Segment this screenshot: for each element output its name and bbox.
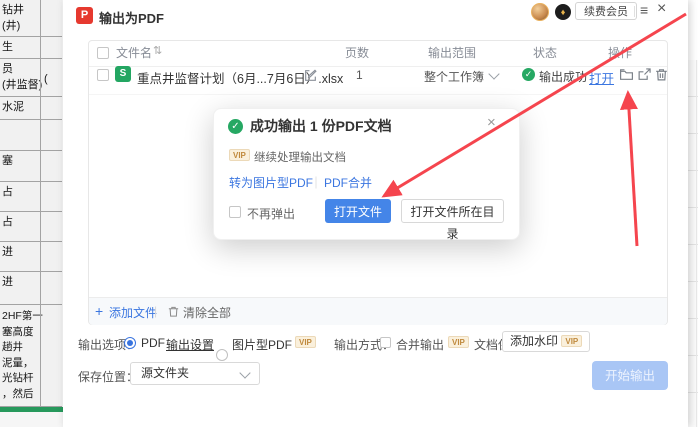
pdf-app-icon: P [76,7,93,24]
sheet-cell: 水泥 [0,97,62,120]
output-settings-link[interactable]: 输出设置 [166,336,214,353]
rename-icon[interactable] [303,68,318,83]
modal-link-divider: ｜ [310,174,322,191]
sheet-cell: 进 [0,242,62,272]
sheet-cell: 进 [0,272,62,305]
user-avatar[interactable] [531,3,549,21]
vip-badge: VIP [448,336,469,348]
modal-success-check-icon: ✓ [228,119,243,134]
background-spreadsheet-right [688,60,698,427]
header-divider [89,66,667,67]
modal-title: 成功输出 1 份PDF文档 [250,116,392,136]
chevron-down-icon [239,367,250,378]
plus-icon[interactable]: + [95,304,103,318]
spreadsheet-file-icon: S [115,66,131,82]
row-checkbox[interactable] [97,69,109,81]
open-link[interactable]: 打开 [589,68,614,87]
start-export-button[interactable]: 开始输出 [592,361,668,390]
share-icon[interactable] [637,67,652,82]
merge-output-checkbox[interactable] [380,337,391,348]
sheet-selection-border [0,407,63,412]
save-location-value: 源文件夹 [141,366,189,380]
vip-badge: VIP [229,149,250,161]
close-icon[interactable]: × [657,0,666,18]
sheet-cell: 生 [0,37,62,59]
modal-vip-text: 继续处理输出文档 [254,149,346,165]
sheet-cell: 钻井 (井) [0,0,62,37]
modal-close-icon[interactable]: × [487,114,496,131]
sheet-cell-fragment: ( [44,73,48,85]
clear-trash-icon[interactable] [167,305,180,318]
no-popup-checkbox[interactable] [229,206,241,218]
column-header-range: 输出范围 [428,44,476,61]
menu-icon[interactable]: ≡ [640,2,648,18]
sort-icon[interactable]: ⇅ [153,44,162,57]
sheet-gridline [40,0,41,407]
column-header-actions: 操作 [608,44,632,61]
delete-icon[interactable] [654,67,669,82]
titlebar-separator [634,6,635,17]
radio-pdf-label[interactable]: PDF [141,336,165,350]
open-folder-button[interactable]: 打开文件所在目录 [401,199,504,223]
renew-membership-button[interactable]: 续费会员 [575,2,637,20]
sheet-cell: 员 (井监督) [0,59,62,97]
background-spreadsheet-left: 钻井 (井) 生 员 (井监督) 水泥 塞 占 占 进 进 2HF第一 塞高度 … [0,0,63,427]
radio-pdf[interactable] [124,337,136,349]
sheet-cell [0,120,62,151]
sheet-note-cell: 2HF第一 塞高度 趟井 泥量， 光钻杆 ，然后 [0,305,62,407]
sheet-cell: 塞 [0,151,62,182]
to-image-pdf-link[interactable]: 转为图片型PDF [229,174,313,191]
column-header-status: 状态 [533,44,557,61]
success-check-icon: ✓ [522,68,535,81]
select-all-checkbox[interactable] [97,47,109,59]
radio-image-pdf[interactable] [216,349,228,361]
radio-image-pdf-label[interactable]: 图片型PDF [232,336,292,353]
footer-divider: | [154,304,157,318]
save-location-label: 保存位置： [78,368,138,385]
sheet-cell: 占 [0,212,62,242]
vip-badge: VIP [561,335,582,347]
open-folder-icon[interactable] [619,67,634,82]
merge-output-label[interactable]: 合并输出 [396,336,444,353]
sheet-cell: 占 [0,182,62,212]
output-range-dropdown[interactable]: 整个工作簿 [424,68,484,85]
status-text: 输出成功 [539,68,587,85]
pdf-merge-link[interactable]: PDF合并 [324,174,372,191]
open-file-button[interactable]: 打开文件 [325,199,391,223]
column-header-filename: 文件名 [116,44,152,61]
vip-badge: VIP [295,336,316,348]
vip-membership-icon[interactable]: ♦ [555,4,571,20]
page-count: 1 [356,68,363,82]
window-title: 输出为PDF [99,8,164,27]
row-divider [89,94,667,95]
add-watermark-label: 添加水印 [510,334,558,348]
clear-all-button[interactable]: 清除全部 [183,304,231,321]
save-location-select[interactable]: 源文件夹 [130,362,260,385]
add-watermark-button[interactable]: 添加水印 VIP [502,331,590,352]
column-header-pages: 页数 [345,44,369,61]
add-file-button[interactable]: 添加文件 [109,304,157,321]
no-popup-label[interactable]: 不再弹出 [247,205,295,222]
